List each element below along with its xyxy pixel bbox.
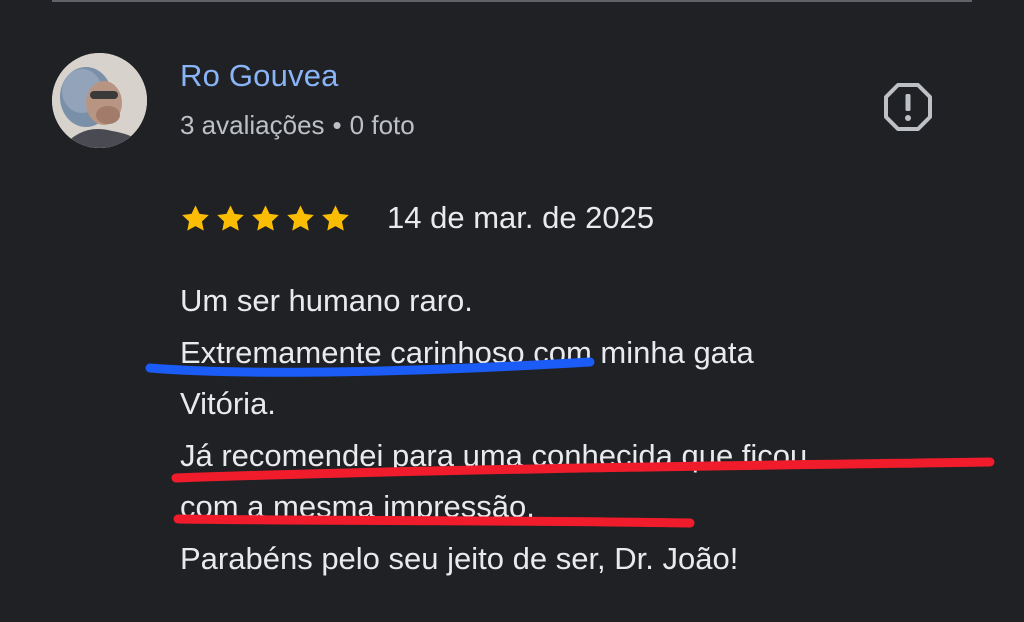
photos-count: 0 foto xyxy=(349,110,415,140)
avatar-image xyxy=(52,53,147,148)
star-icon xyxy=(252,204,279,231)
star-icon xyxy=(287,204,314,231)
review-date: 14 de mar. de 2025 xyxy=(387,200,655,235)
reviews-count: 3 avaliações xyxy=(180,110,325,140)
star-icon xyxy=(322,204,349,231)
review-text: Um ser humano raro. Extremamente carinho… xyxy=(180,275,980,584)
review-line: Extremamente carinhoso com minha gata xyxy=(180,334,754,370)
top-divider xyxy=(52,0,972,2)
star-icon xyxy=(182,204,209,231)
meta-separator: • xyxy=(332,110,342,140)
reviewer-meta: 3 avaliações • 0 foto xyxy=(180,110,415,141)
star-rating xyxy=(180,203,351,234)
rating-row: 14 de mar. de 2025 xyxy=(180,196,654,240)
review-line: Vitória. xyxy=(180,386,276,421)
report-flag-icon[interactable] xyxy=(883,82,933,132)
review-line: Um ser humano raro. xyxy=(180,283,473,318)
star-icon xyxy=(217,204,244,231)
review-line: com a mesma impressão. xyxy=(180,489,535,524)
review-line: Parabéns pelo seu jeito de ser, Dr. João… xyxy=(180,540,739,576)
review-line: Já recomendei para uma conhecida que fic… xyxy=(180,437,808,473)
avatar[interactable] xyxy=(52,53,147,148)
reviewer-name[interactable]: Ro Gouvea xyxy=(180,58,339,94)
